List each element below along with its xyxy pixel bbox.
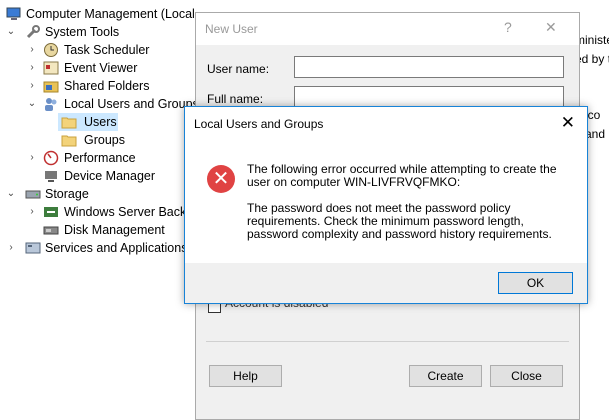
- chevron-right-icon[interactable]: ›: [27, 203, 37, 221]
- services-icon: [25, 240, 41, 256]
- help-button[interactable]: Help: [209, 365, 282, 387]
- details-text: ministe: [575, 33, 609, 47]
- error-message-line: user on computer WIN-LIVFRVQFMKO:: [247, 175, 461, 189]
- tree-label: Services and Applications: [45, 241, 188, 255]
- tree-label: Device Manager: [64, 169, 156, 183]
- error-message-area: ✕ The following error occurred while att…: [185, 141, 587, 263]
- chevron-down-icon[interactable]: ⌄: [6, 185, 16, 203]
- dialog-titlebar: Local Users and Groups ✕: [185, 107, 587, 141]
- chevron-right-icon[interactable]: ›: [27, 77, 37, 95]
- folder-icon: [61, 132, 77, 148]
- tree-label: Computer Management (Local: [26, 7, 195, 21]
- error-icon: ✕: [207, 165, 235, 193]
- dialog-titlebar: New User ? ✕: [196, 13, 579, 45]
- computer-management-icon: [6, 6, 22, 22]
- tree-label: Shared Folders: [64, 79, 150, 93]
- performance-icon: [43, 150, 59, 166]
- event-viewer-icon: [43, 60, 59, 76]
- help-icon[interactable]: ?: [504, 19, 512, 35]
- backup-icon: [43, 204, 59, 220]
- shared-folder-icon: [43, 78, 59, 94]
- close-icon[interactable]: ✕: [561, 113, 575, 133]
- tree-label: Task Scheduler: [64, 43, 150, 57]
- tree-label: System Tools: [45, 25, 120, 39]
- tree-label: Storage: [45, 187, 89, 201]
- storage-icon: [25, 186, 41, 202]
- user-name-label: User name:: [207, 62, 270, 76]
- disk-icon: [43, 222, 59, 238]
- close-icon[interactable]: ✕: [545, 19, 557, 36]
- chevron-right-icon[interactable]: ›: [27, 59, 37, 77]
- separator: [206, 341, 569, 342]
- chevron-right-icon[interactable]: ›: [27, 149, 37, 167]
- chevron-right-icon[interactable]: ›: [6, 239, 16, 257]
- users-group-icon: [43, 96, 59, 112]
- error-dialog: Local Users and Groups ✕ ✕ The following…: [184, 106, 588, 304]
- full-name-input[interactable]: [294, 86, 564, 108]
- device-manager-icon: [43, 168, 59, 184]
- console-tree: Computer Management (Local ⌄ System Tool…: [0, 0, 200, 420]
- user-name-input[interactable]: [294, 56, 564, 78]
- chevron-down-icon[interactable]: ⌄: [6, 23, 16, 41]
- tree-label: Performance: [64, 151, 136, 165]
- dialog-title: Local Users and Groups: [194, 117, 324, 131]
- tools-icon: [25, 24, 41, 40]
- tree-label: Windows Server Backup: [64, 205, 201, 219]
- tree-label: Disk Management: [64, 223, 165, 237]
- tree-label: Groups: [84, 133, 125, 147]
- close-button[interactable]: Close: [490, 365, 563, 387]
- chevron-right-icon[interactable]: ›: [27, 41, 37, 59]
- tree-label: Users: [84, 115, 117, 129]
- error-message-line: password complexity and password history…: [247, 227, 552, 241]
- details-text: and: [585, 127, 606, 141]
- tree-item-users[interactable]: Users: [58, 113, 118, 131]
- clock-icon: [43, 42, 59, 58]
- full-name-label: Full name:: [207, 92, 264, 106]
- details-text: ed by th: [575, 52, 609, 66]
- dialog-title: New User: [205, 22, 258, 36]
- create-button[interactable]: Create: [409, 365, 482, 387]
- folder-icon: [61, 114, 77, 130]
- chevron-down-icon[interactable]: ⌄: [27, 95, 37, 113]
- ok-button[interactable]: OK: [498, 272, 573, 294]
- tree-label: Event Viewer: [64, 61, 138, 75]
- tree-label: Local Users and Groups: [64, 97, 199, 111]
